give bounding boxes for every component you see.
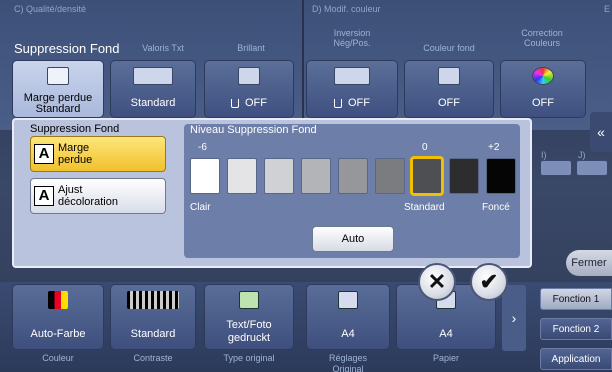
correction-header: Correction Couleurs: [521, 28, 563, 48]
brillant-tile[interactable]: OFF: [204, 60, 294, 118]
couleur-category: Couleur: [42, 353, 74, 363]
application-button[interactable]: Application: [540, 348, 612, 370]
section-quality-label: C) Qualité/densité: [14, 4, 87, 14]
supp-fond-tile[interactable]: Marge perdue Standard: [12, 60, 104, 118]
reglages-value: A4: [341, 328, 355, 340]
reglages-category: Réglages Original: [328, 353, 368, 372]
marge-perdue-option[interactable]: A Marge perdue: [30, 136, 166, 172]
level-swatch[interactable]: [190, 158, 220, 194]
section-j-label: J): [578, 150, 586, 160]
type-original-category: Type original: [223, 353, 275, 363]
tick-min: -6: [198, 142, 207, 153]
type-original-value: Text/Foto gedruckt: [226, 319, 272, 344]
level-swatch[interactable]: [227, 158, 257, 194]
ajust-decoloration-option[interactable]: A Ajust décoloration: [30, 178, 166, 214]
level-swatch[interactable]: [375, 158, 405, 194]
cancel-button[interactable]: ✕: [418, 263, 456, 301]
level-swatch[interactable]: [486, 158, 516, 194]
supp-fond-header: Suppression Fond: [14, 41, 120, 56]
contraste-category: Contraste: [133, 353, 173, 363]
valoris-value: Standard: [130, 97, 176, 109]
ajust-decoloration-label: Ajust décoloration: [58, 184, 118, 208]
glossy-icon: [238, 67, 260, 85]
clair-label: Clair: [190, 202, 211, 213]
marge-perdue-label: Marge perdue: [58, 142, 93, 166]
type-original-tile[interactable]: Text/Foto gedruckt: [204, 284, 294, 350]
couleur-fond-header: Couleur fond: [423, 43, 475, 53]
next-page-button[interactable]: ›: [502, 285, 526, 351]
level-swatch[interactable]: [449, 158, 479, 194]
color-wheel-icon: [532, 67, 554, 85]
level-title: Niveau Suppression Fond: [190, 124, 317, 136]
off-indicator-icon: [334, 98, 342, 108]
text-enhance-icon: [133, 67, 173, 85]
section-e-label: E: [604, 4, 611, 14]
tick-max: +2: [488, 142, 500, 153]
level-swatch[interactable]: [264, 158, 294, 194]
valoris-tile[interactable]: Standard: [110, 60, 196, 118]
section-j-button[interactable]: [576, 160, 608, 176]
function-2-button[interactable]: Fonction 2: [540, 318, 612, 340]
couleur-fond-value: OFF: [438, 97, 460, 109]
inversion-tile[interactable]: OFF: [306, 60, 398, 118]
correction-tile[interactable]: OFF: [500, 60, 586, 118]
contraste-value: Standard: [130, 328, 176, 340]
supp-fond-value: Marge perdue Standard: [23, 92, 93, 115]
level-swatch[interactable]: [301, 158, 331, 194]
level-swatch[interactable]: [410, 156, 444, 196]
function-1-button[interactable]: Fonction 1: [540, 288, 612, 310]
reglages-tile[interactable]: A4: [306, 284, 390, 350]
level-swatch[interactable]: [338, 158, 368, 194]
color-mode-icon: [48, 291, 68, 309]
original-settings-icon: [338, 291, 358, 309]
section-i-label: I): [541, 150, 547, 160]
off-indicator-icon: [231, 98, 239, 108]
letter-a-icon: A: [34, 144, 54, 164]
couleur-value: Auto-Farbe: [30, 328, 86, 340]
papier-value: A4: [439, 328, 453, 340]
contraste-tile[interactable]: Standard: [110, 284, 196, 350]
couleur-tile[interactable]: Auto-Farbe: [12, 284, 104, 350]
background-removal-dialog: Suppression Fond A Marge perdue A Ajust …: [12, 118, 532, 268]
expand-panel-button[interactable]: «: [590, 112, 612, 152]
contrast-icon: [127, 291, 179, 309]
fermer-button[interactable]: Fermer: [566, 250, 612, 276]
auto-button[interactable]: Auto: [312, 226, 394, 252]
original-type-icon: [239, 291, 259, 309]
suppression-fond-title: Suppression Fond: [30, 123, 120, 135]
correction-value: OFF: [532, 97, 554, 109]
fonce-label: Foncé: [482, 202, 510, 213]
couleur-fond-tile[interactable]: OFF: [404, 60, 494, 118]
valoris-header: Valoris Txt: [142, 43, 184, 53]
inversion-value: OFF: [348, 97, 370, 109]
section-i-button[interactable]: [540, 160, 572, 176]
invert-icon: [334, 67, 370, 85]
background-removal-icon: [47, 67, 69, 85]
standard-label: Standard: [404, 202, 445, 213]
ok-button[interactable]: ✔: [470, 263, 508, 301]
background-color-icon: [438, 67, 460, 85]
letter-a-icon: A: [34, 186, 54, 206]
section-color-label: D) Modif. couleur: [312, 4, 381, 14]
papier-category: Papier: [432, 353, 459, 363]
brillant-value: OFF: [245, 97, 267, 109]
section-divider: [302, 0, 304, 130]
inversion-header: Inversion Nég/Pos.: [333, 28, 371, 48]
level-panel: Niveau Suppression Fond -6 0 +2 Clair St…: [184, 124, 520, 258]
brillant-header: Brillant: [237, 43, 265, 53]
tick-zero: 0: [422, 142, 428, 153]
